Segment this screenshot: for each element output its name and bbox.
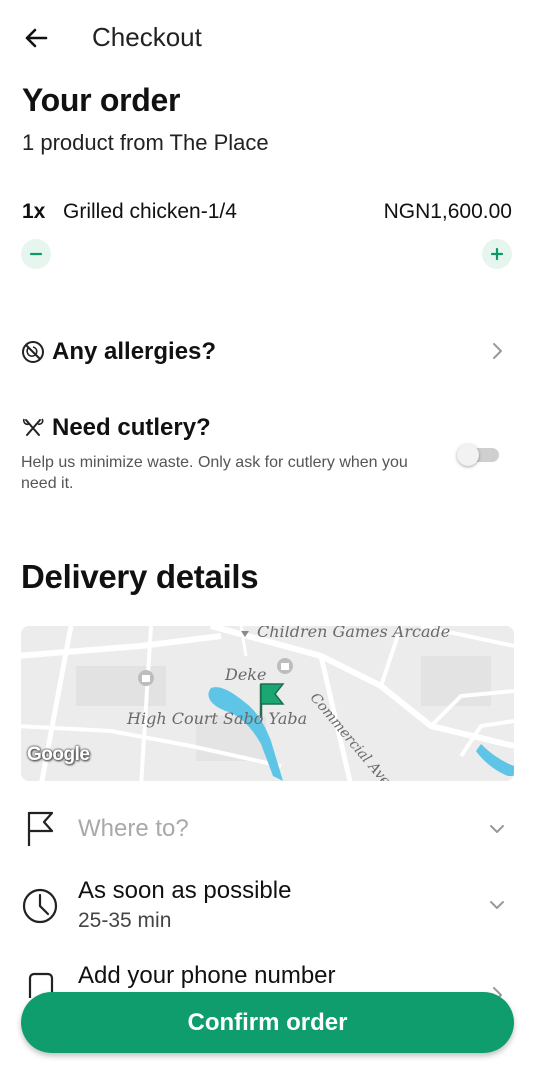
cutlery-row: Need cutlery? <box>20 414 211 442</box>
toggle-thumb <box>457 444 479 466</box>
map-label-deke: Deke <box>225 665 267 684</box>
map-label-high-court: High Court Sabo Yaba <box>127 709 308 728</box>
order-item-row: 1x Grilled chicken-1/4 NGN1,600.00 <box>22 200 514 230</box>
order-subtitle: 1 product from The Place <box>22 130 269 155</box>
item-quantity: 1x <box>22 200 46 223</box>
google-attribution: Google <box>27 744 90 765</box>
chevron-down-icon <box>490 825 504 833</box>
cutlery-label: Need cutlery? <box>52 414 211 441</box>
page-title: Checkout <box>92 22 202 52</box>
delivery-time-estimate: 25-35 min <box>78 909 172 932</box>
clock-icon <box>22 888 58 924</box>
delivery-time-field[interactable]: As soon as possible 25-35 min <box>20 872 514 936</box>
delivery-section-title: Delivery details <box>21 558 259 595</box>
minus-icon <box>29 252 43 256</box>
item-name: Grilled chicken-1/4 <box>63 200 237 223</box>
top-bar: Checkout <box>0 0 534 76</box>
map-canvas <box>21 626 514 781</box>
order-section-title: Your order <box>22 82 181 118</box>
allergies-label: Any allergies? <box>52 338 217 365</box>
chevron-right-icon <box>493 343 502 359</box>
map-label-arcade: Children Games Arcade <box>257 626 451 641</box>
phone-number-label: Add your phone number <box>78 962 336 989</box>
cutlery-toggle[interactable] <box>457 442 499 466</box>
allergies-row[interactable]: Any allergies? <box>20 334 514 370</box>
destination-field[interactable]: Where to? <box>20 806 514 852</box>
delivery-map[interactable]: Children Games Arcade Deke High Court Sa… <box>21 626 514 781</box>
confirm-order-button[interactable]: Confirm order <box>21 992 514 1053</box>
chevron-down-icon <box>490 901 504 909</box>
plus-icon <box>490 247 504 261</box>
cutlery-icon <box>23 418 44 436</box>
destination-placeholder: Where to? <box>78 815 189 842</box>
no-allergens-icon <box>22 341 44 363</box>
item-price: NGN1,600.00 <box>383 200 512 223</box>
cutlery-help-text: Help us minimize waste. Only ask for cut… <box>21 454 408 492</box>
arrow-left-icon[interactable] <box>22 24 50 52</box>
increase-quantity-button[interactable] <box>482 239 512 269</box>
decrease-quantity-button[interactable] <box>21 239 51 269</box>
delivery-time-label: As soon as possible <box>78 877 292 904</box>
flag-icon <box>27 811 54 846</box>
